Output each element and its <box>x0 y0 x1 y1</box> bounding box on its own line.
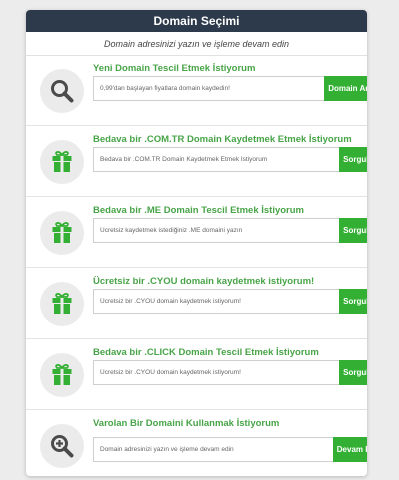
option-title: Bedava bir .CLICK Domain Tescil Etmek İs… <box>93 347 319 358</box>
comtr-query-button[interactable]: Sorgula <box>339 147 367 172</box>
gift-icon <box>40 140 84 184</box>
comtr-domain-input[interactable] <box>93 147 339 172</box>
zoom-in-icon <box>40 424 84 468</box>
click-domain-input[interactable] <box>93 360 339 385</box>
cyou-query-button[interactable]: Sorgula <box>339 289 367 314</box>
option-cyou: Ücretsiz bir .CYOU domain kaydetmek isti… <box>26 269 367 339</box>
gift-icon <box>40 353 84 397</box>
me-query-button[interactable]: Sorgula <box>339 218 367 243</box>
option-existing-domain: Varolan Bir Domaini Kullanmak İstiyorum … <box>26 411 367 476</box>
option-title: Varolan Bir Domaini Kullanmak İstiyorum <box>93 418 280 429</box>
existing-domain-input[interactable] <box>93 437 333 462</box>
gift-icon <box>40 211 84 255</box>
option-title: Bedava bir .ME Domain Tescil Etmek İstiy… <box>93 205 304 216</box>
option-click: Bedava bir .CLICK Domain Tescil Etmek İs… <box>26 340 367 410</box>
domain-search-input[interactable] <box>93 76 324 101</box>
panel-subtitle: Domain adresinizi yazın ve işleme devam … <box>26 32 367 56</box>
continue-button[interactable]: Devam Et <box>333 437 367 462</box>
cyou-domain-input[interactable] <box>93 289 339 314</box>
option-register-domain: Yeni Domain Tescil Etmek İstiyorum Domai… <box>26 56 367 126</box>
search-icon <box>40 69 84 113</box>
option-title: Bedava bir .COM.TR Domain Kaydetmek Etme… <box>93 134 352 145</box>
option-comtr: Bedava bir .COM.TR Domain Kaydetmek Etme… <box>26 127 367 197</box>
click-query-button[interactable]: Sorgula <box>339 360 367 385</box>
option-title: Yeni Domain Tescil Etmek İstiyorum <box>93 63 256 74</box>
me-domain-input[interactable] <box>93 218 339 243</box>
option-title: Ücretsiz bir .CYOU domain kaydetmek isti… <box>93 276 315 287</box>
panel-title: Domain Seçimi <box>26 10 367 32</box>
option-me: Bedava bir .ME Domain Tescil Etmek İstiy… <box>26 198 367 268</box>
domain-selection-panel: Domain Seçimi Domain adresinizi yazın ve… <box>26 10 367 476</box>
domain-search-button[interactable]: Domain Ara <box>324 76 367 101</box>
gift-icon <box>40 282 84 326</box>
